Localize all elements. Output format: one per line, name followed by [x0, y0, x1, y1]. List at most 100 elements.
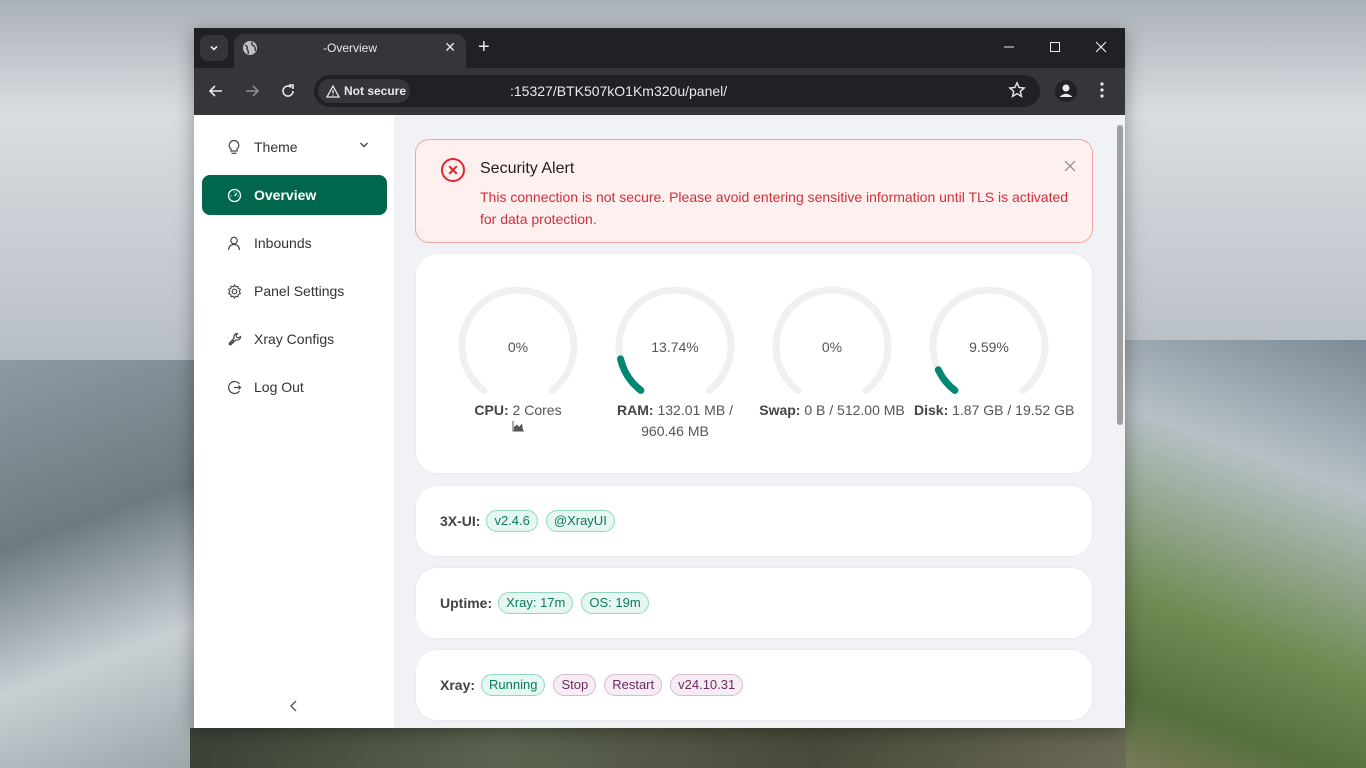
theme-menu[interactable]: Theme — [202, 127, 387, 167]
close-window-button[interactable] — [1091, 37, 1111, 57]
gauge-label-key: Swap: — [759, 402, 801, 418]
sidebar-item-xray-configs[interactable]: Xray Configs — [202, 319, 387, 359]
reload-icon — [282, 84, 294, 97]
collapse-sidebar-icon[interactable] — [286, 698, 302, 714]
browser-tab[interactable]: -Overview ✕ — [234, 34, 466, 68]
sidebar-item-label: Inbounds — [254, 235, 312, 251]
swap-gauge: 0% Swap: 0 B / 512.00 MB — [757, 284, 907, 421]
minimize-icon — [1004, 46, 1014, 48]
version-label: 3X-UI: — [440, 513, 481, 529]
alert-close-icon[interactable] — [1064, 160, 1076, 172]
user-icon — [226, 235, 242, 251]
gauge-fill — [934, 366, 959, 394]
alert-description: This connection is not secure. Please av… — [480, 189, 1069, 227]
gauge-fill — [617, 355, 645, 394]
chevron-down-icon — [360, 142, 368, 148]
warning-icon — [326, 84, 340, 98]
gauge-label: Swap: 0 B / 512.00 MB — [757, 400, 907, 421]
gauge-label: CPU: 2 Cores — [443, 400, 593, 432]
bookmark-star-icon[interactable] — [1008, 81, 1026, 99]
forward-button[interactable] — [242, 81, 262, 101]
xray-stop-button[interactable]: Stop — [553, 674, 597, 696]
xray-version-button[interactable]: v24.10.31 — [670, 674, 744, 696]
minimize-button[interactable] — [999, 37, 1019, 57]
gauge-label-key: CPU: — [474, 402, 509, 418]
security-alert: Security Alert This connection is not se… — [415, 139, 1093, 243]
sidebar-item-inbounds[interactable]: Inbounds — [202, 223, 387, 263]
area-chart-icon[interactable] — [443, 421, 593, 432]
sidebar-item-log-out[interactable]: Log Out — [202, 367, 387, 407]
profile-avatar[interactable] — [1055, 80, 1077, 102]
xray-card: Xray: Running Stop Restart v24.10.31 — [415, 649, 1093, 721]
gauge-label-detail: 2 Cores — [508, 402, 562, 418]
not-secure-label: Not secure — [344, 84, 407, 98]
xray-restart-button[interactable]: Restart — [604, 674, 663, 696]
alert-title: Security Alert — [480, 160, 575, 177]
dashboard-icon — [226, 187, 242, 203]
gauge-value: 0% — [507, 339, 529, 355]
error-circle-icon — [441, 158, 465, 182]
reload-button[interactable] — [278, 81, 298, 101]
theme-label: Theme — [254, 139, 298, 155]
browser-toolbar: Not secure :15327/BTK507kO1Km320u/panel/ — [194, 68, 1125, 115]
new-tab-button[interactable]: + — [478, 36, 490, 58]
xray-uptime-tag: Xray: 17m — [498, 592, 574, 614]
more-vert-icon — [1100, 82, 1104, 98]
back-button[interactable] — [206, 81, 226, 101]
address-bar[interactable]: Not secure :15327/BTK507kO1Km320u/panel/ — [314, 75, 1040, 107]
gear-icon — [226, 283, 242, 299]
channel-tag[interactable]: @XrayUI — [545, 510, 615, 532]
wallpaper-ground — [190, 728, 1126, 768]
version-tag[interactable]: v2.4.6 — [486, 510, 538, 532]
gauge-value: 9.59% — [969, 339, 1009, 355]
uptime-card: Uptime: Xray: 17m OS: 19m — [415, 567, 1093, 639]
tab-search-button[interactable] — [200, 35, 228, 61]
sidebar: Theme Overview Inbounds Panel Settings X… — [194, 115, 394, 728]
gauge-value: 13.74% — [651, 339, 699, 355]
close-icon — [1095, 41, 1107, 53]
wallpaper-mountain-right — [1116, 340, 1366, 768]
logout-icon — [226, 379, 242, 395]
gauge-label-detail: 1.87 GB / 19.52 GB — [948, 402, 1075, 418]
browser-menu-button[interactable] — [1094, 80, 1110, 105]
gauge-value: 0% — [821, 339, 843, 355]
os-uptime-tag: OS: 19m — [581, 592, 649, 614]
gauge-label-key: Disk: — [914, 402, 949, 418]
gauge-label-detail: 0 B / 512.00 MB — [800, 402, 905, 418]
not-secure-chip[interactable]: Not secure — [318, 79, 410, 103]
bulb-icon — [226, 139, 242, 155]
title-bar: -Overview ✕ + — [194, 28, 1125, 68]
chevron-down-icon — [210, 45, 218, 51]
person-icon — [1059, 84, 1073, 97]
gauge-label: Disk: 1.87 GB / 19.52 GB — [914, 400, 1074, 421]
page-viewport: Theme Overview Inbounds Panel Settings X… — [194, 115, 1125, 728]
sidebar-item-label: Log Out — [254, 379, 304, 395]
xray-label: Xray: — [440, 677, 476, 693]
tab-title: -Overview — [322, 41, 377, 55]
url-text[interactable]: :15327/BTK507kO1Km320u/panel/ — [510, 83, 727, 99]
ram-gauge: 13.74% RAM: 132.01 MB / 960.46 MB — [600, 284, 750, 442]
system-status-card: 0% CPU: 2 Cores 13.74% RAM: 132.01 MB / … — [415, 253, 1093, 474]
version-card: 3X-UI: v2.4.6 @XrayUI — [415, 485, 1093, 557]
page-scrollbar[interactable] — [1117, 125, 1123, 425]
maximize-button[interactable] — [1045, 37, 1065, 57]
gauge-label-detail: 132.01 MB / 960.46 MB — [641, 402, 733, 439]
arrow-left-icon — [208, 85, 222, 97]
browser-window: -Overview ✕ + Not secure :15327/BTK507kO… — [194, 28, 1125, 728]
cpu-gauge: 0% CPU: 2 Cores — [443, 284, 593, 432]
gauge-label-key: RAM: — [617, 402, 654, 418]
gauge-label: RAM: 132.01 MB / 960.46 MB — [610, 400, 740, 442]
wallpaper-mountain-left — [0, 360, 200, 768]
disk-gauge: 9.59% Disk: 1.87 GB / 19.52 GB — [914, 284, 1074, 421]
wrench-icon — [226, 331, 242, 347]
maximize-icon — [1050, 42, 1060, 52]
uptime-label: Uptime: — [440, 595, 493, 611]
sidebar-item-label: Xray Configs — [254, 331, 335, 347]
sidebar-item-label: Overview — [254, 187, 317, 203]
sidebar-item-label: Panel Settings — [254, 283, 345, 299]
globe-icon — [243, 41, 257, 55]
xray-status-badge: Running — [481, 674, 546, 696]
tab-close-icon[interactable]: ✕ — [444, 39, 456, 56]
sidebar-item-overview[interactable]: Overview — [202, 175, 387, 215]
sidebar-item-panel-settings[interactable]: Panel Settings — [202, 271, 387, 311]
